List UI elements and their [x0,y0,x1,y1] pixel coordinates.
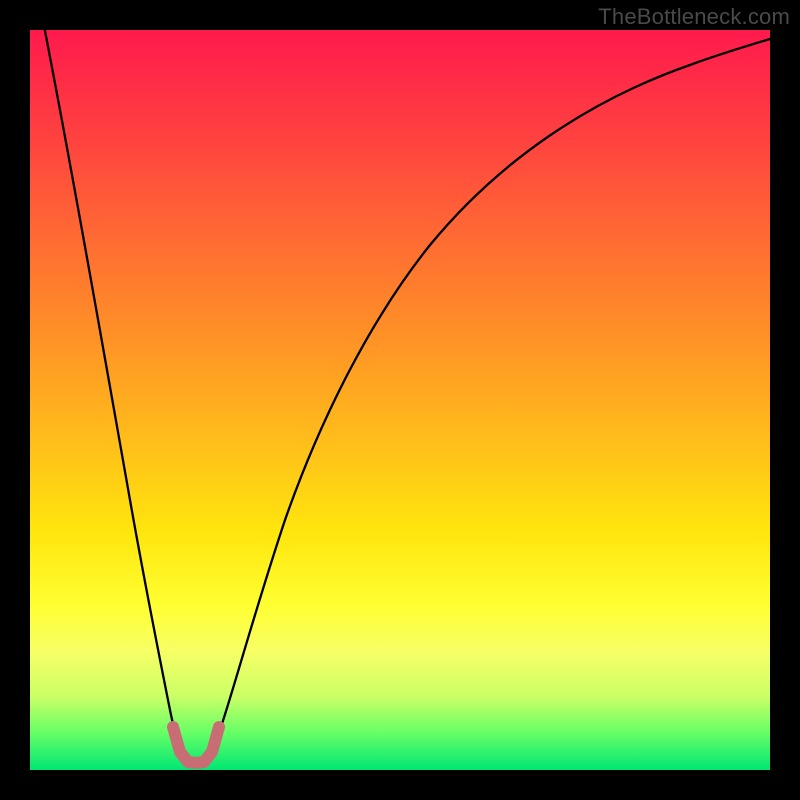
chart-frame: TheBottleneck.com [0,0,800,800]
chart-plot-area [30,30,770,770]
watermark-text: TheBottleneck.com [598,4,790,30]
bottleneck-curve [45,30,770,764]
chart-svg [30,30,770,770]
optimal-marker [173,727,219,763]
